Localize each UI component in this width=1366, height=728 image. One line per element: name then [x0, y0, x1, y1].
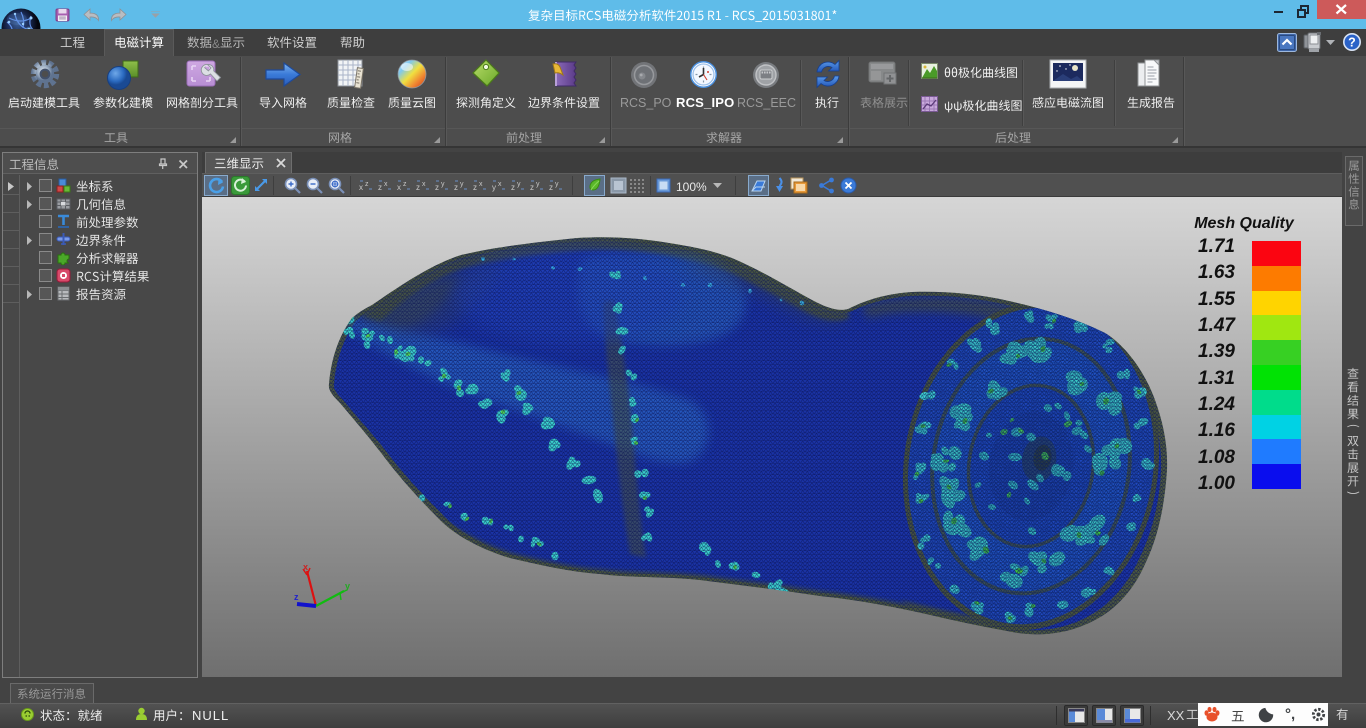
- svg-text:y: y: [517, 181, 521, 188]
- svg-text:y: y: [441, 181, 445, 188]
- svg-text:z: z: [454, 183, 458, 192]
- svg-text:z: z: [530, 183, 534, 192]
- svg-text:?: ?: [1348, 36, 1356, 50]
- svg-text:x: x: [303, 562, 308, 572]
- svg-text:z: z: [403, 181, 407, 188]
- svg-text:z: z: [365, 181, 369, 188]
- svg-text:x: x: [479, 181, 483, 188]
- svg-text:z: z: [473, 183, 477, 192]
- svg-text:y: y: [555, 181, 559, 188]
- svg-text:y: y: [345, 581, 350, 591]
- svg-text:x: x: [384, 181, 388, 188]
- svg-text:z: z: [435, 183, 439, 192]
- svg-text:y: y: [492, 183, 496, 192]
- svg-text:x: x: [397, 183, 401, 192]
- svg-text:y: y: [536, 181, 540, 188]
- svg-text:z: z: [378, 183, 382, 192]
- svg-text:x: x: [422, 181, 426, 188]
- svg-text:z: z: [416, 183, 420, 192]
- svg-text:y: y: [460, 181, 464, 188]
- svg-text:z: z: [294, 592, 299, 602]
- svg-text:z: z: [511, 183, 515, 192]
- svg-text:z: z: [549, 183, 553, 192]
- svg-text:x: x: [498, 181, 502, 188]
- svg-text:x: x: [359, 183, 363, 192]
